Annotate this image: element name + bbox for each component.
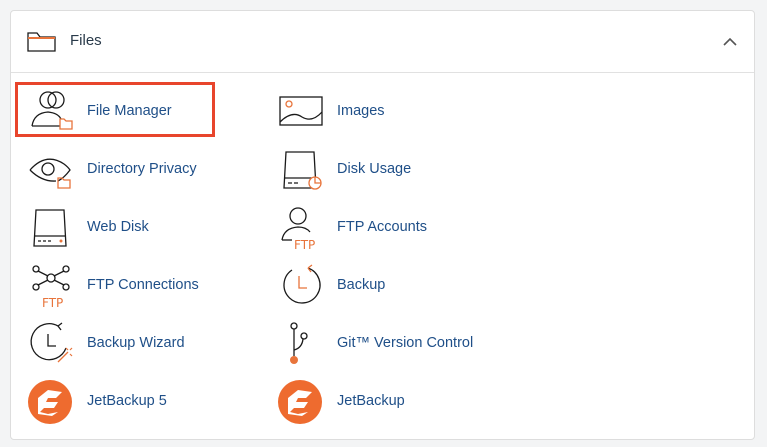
item-label: Git™ Version Control <box>337 335 474 351</box>
item-label: FTP Accounts <box>337 219 427 235</box>
directory-privacy-link[interactable]: Directory Privacy <box>28 144 258 196</box>
panel-header[interactable]: Files <box>11 11 754 73</box>
backup-wizard-link[interactable]: Backup Wizard <box>28 318 258 370</box>
jetbackup-5-icon <box>28 376 80 428</box>
item-label: Web Disk <box>87 219 149 235</box>
item-label: File Manager <box>87 103 172 119</box>
file-manager-icon <box>28 86 80 138</box>
disk-usage-link[interactable]: Disk Usage <box>278 144 538 196</box>
web-disk-link[interactable]: Web Disk <box>28 202 258 254</box>
jetbackup-link[interactable]: JetBackup <box>278 376 538 428</box>
item-label: Images <box>337 103 385 119</box>
item-label: JetBackup <box>337 393 405 409</box>
git-version-control-icon <box>278 318 330 370</box>
backup-icon <box>278 260 330 312</box>
images-link[interactable]: Images <box>278 86 538 138</box>
ftp-icon-text: FTP <box>42 296 63 310</box>
ftp-connections-link[interactable]: FTP FTP Connections <box>28 260 258 312</box>
item-label: Directory Privacy <box>87 161 197 177</box>
files-panel: Files File Manager Images Directory Priv… <box>10 10 755 440</box>
item-label: JetBackup 5 <box>87 393 167 409</box>
web-disk-icon <box>28 202 80 254</box>
section-title: Files <box>70 32 102 49</box>
git-version-control-link[interactable]: Git™ Version Control <box>278 318 538 370</box>
backup-wizard-icon <box>28 318 80 370</box>
directory-privacy-icon <box>28 144 80 196</box>
item-label: Backup Wizard <box>87 335 185 351</box>
chevron-up-icon[interactable] <box>719 33 741 51</box>
ftp-icon-text: FTP <box>294 238 315 252</box>
folder-icon <box>27 30 57 59</box>
disk-usage-icon <box>278 144 330 196</box>
jetbackup-5-link[interactable]: JetBackup 5 <box>28 376 258 428</box>
ftp-accounts-link[interactable]: FTP FTP Accounts <box>278 202 538 254</box>
backup-link[interactable]: Backup <box>278 260 538 312</box>
ftp-connections-icon: FTP <box>28 260 80 312</box>
images-icon <box>278 86 330 138</box>
ftp-accounts-icon: FTP <box>278 202 330 254</box>
file-manager-link[interactable]: File Manager <box>28 86 258 138</box>
item-label: FTP Connections <box>87 277 199 293</box>
item-label: Disk Usage <box>337 161 412 177</box>
item-label: Backup <box>337 277 386 293</box>
jetbackup-icon <box>278 376 330 428</box>
